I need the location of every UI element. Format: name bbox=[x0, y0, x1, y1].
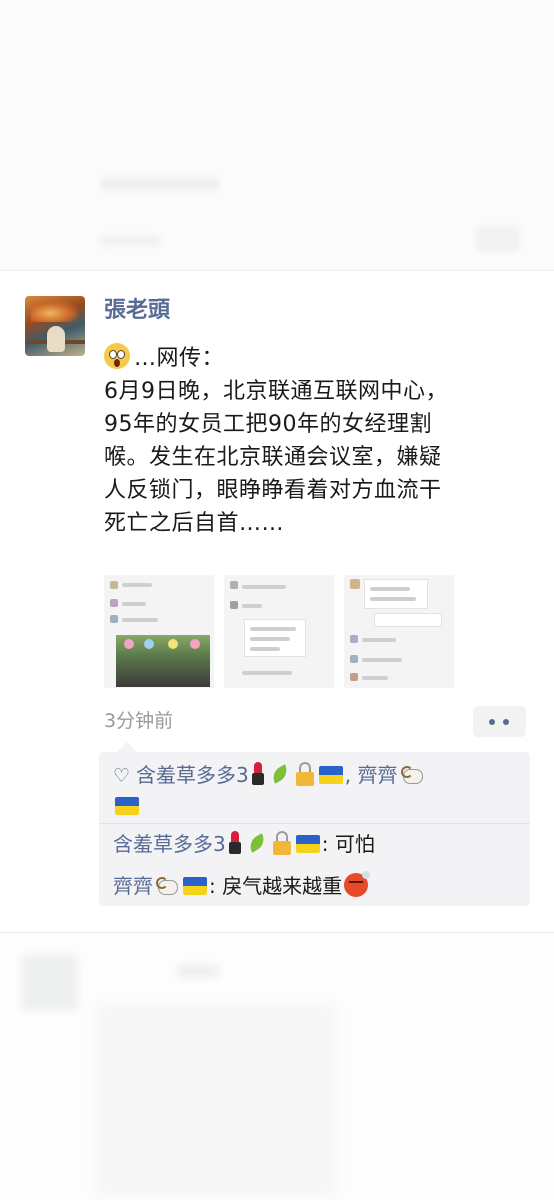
post-line-1: …网传： bbox=[104, 342, 534, 375]
post-image-1[interactable] bbox=[104, 575, 214, 688]
lipstick-icon bbox=[228, 831, 242, 855]
liker-name[interactable]: 含羞草多多3 bbox=[136, 763, 249, 787]
post-time: 3分钟前 bbox=[104, 710, 174, 732]
more-dot-icon bbox=[503, 719, 509, 725]
lock-icon bbox=[295, 762, 315, 786]
avatar-sky bbox=[31, 300, 79, 322]
avatar[interactable] bbox=[25, 296, 85, 356]
ukraine-flag-icon bbox=[295, 835, 320, 853]
post-image-3[interactable] bbox=[344, 575, 454, 688]
comment-author[interactable]: 齊齊 bbox=[113, 874, 153, 898]
leaf-icon bbox=[269, 764, 291, 786]
previous-post-time bbox=[100, 236, 160, 246]
ukraine-flag-icon bbox=[115, 797, 139, 815]
previous-post bbox=[0, 0, 554, 270]
next-post bbox=[0, 935, 554, 1200]
post-line-2: 6月9日晚，北京联通互联网中心， bbox=[104, 379, 448, 404]
heart-icon: ♡ bbox=[113, 765, 131, 787]
next-post-username[interactable] bbox=[178, 965, 218, 977]
comment-row[interactable]: 含羞草多多3: 可怕 bbox=[113, 829, 375, 859]
comment-text: 可怕 bbox=[334, 832, 375, 856]
comment-row[interactable]: 齊齊: 戾气越来越重 bbox=[113, 871, 371, 901]
avatar-figure bbox=[47, 326, 65, 352]
next-post-avatar[interactable] bbox=[22, 955, 78, 1011]
more-dot-icon bbox=[489, 719, 495, 725]
previous-post-more-button[interactable] bbox=[476, 226, 520, 252]
post-text: …网传： 6月9日晚，北京联通互联网中心， 95年的女员工把90年的女经理割 喉… bbox=[104, 342, 534, 540]
next-post-image[interactable] bbox=[96, 1005, 336, 1195]
likes-divider bbox=[99, 823, 530, 824]
post-line-5: 人反锁门，眼睁睁看着对方血流干 bbox=[104, 478, 442, 503]
likes-separator: , bbox=[344, 763, 352, 787]
ukraine-flag-icon bbox=[318, 766, 343, 784]
post-line-4: 喉。发生在北京联通会议室，嫌疑 bbox=[104, 445, 442, 470]
ukraine-flag-icon bbox=[183, 877, 207, 895]
post-divider bbox=[0, 932, 554, 933]
previous-post-text bbox=[100, 178, 220, 190]
comment-author[interactable]: 含羞草多多3 bbox=[113, 832, 226, 856]
lipstick-icon bbox=[251, 762, 265, 786]
leaf-icon bbox=[246, 833, 268, 855]
comment-text: 戾气越来越重 bbox=[222, 874, 343, 898]
scream-icon bbox=[104, 343, 130, 369]
liker-name[interactable]: 齊齊 bbox=[358, 763, 398, 787]
angry-face-icon bbox=[344, 871, 371, 897]
post-line-6: 死亡之后自首…… bbox=[104, 511, 285, 536]
post-line-3: 95年的女员工把90年的女经理割 bbox=[104, 412, 432, 437]
post-image-grid bbox=[104, 575, 454, 688]
goat-icon bbox=[400, 764, 424, 786]
likes-list: ♡ 含羞草多多3, 齊齊 bbox=[113, 760, 523, 821]
more-actions-button[interactable] bbox=[473, 706, 526, 737]
goat-icon bbox=[155, 875, 179, 897]
lock-icon bbox=[272, 831, 292, 855]
post-image-2[interactable] bbox=[224, 575, 334, 688]
post-username[interactable]: 張老頭 bbox=[104, 296, 170, 326]
post-divider bbox=[0, 270, 554, 271]
